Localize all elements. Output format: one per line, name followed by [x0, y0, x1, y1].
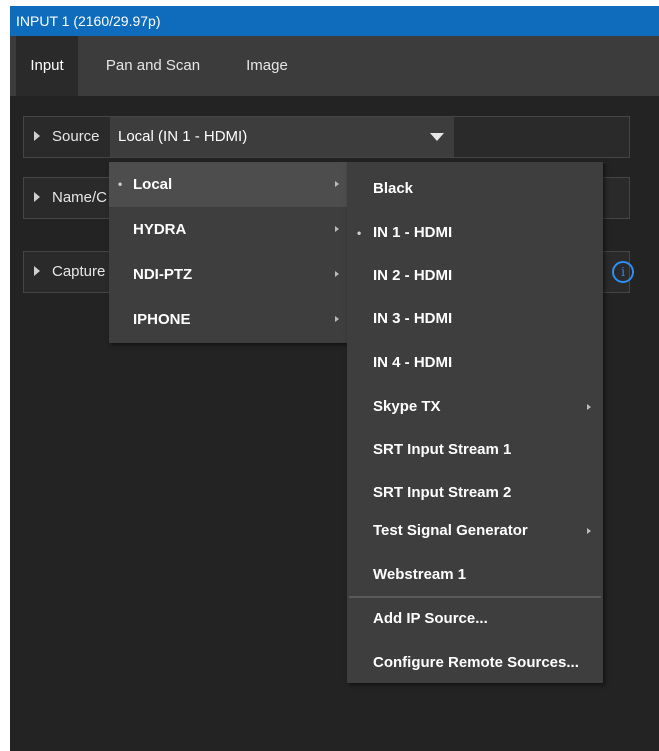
submenu-item-in1-hdmi[interactable]: • IN 1 - HDMI — [347, 213, 603, 253]
window-titlebar[interactable]: INPUT 1 (2160/29.97p) — [10, 6, 659, 36]
menu-item-iphone[interactable]: IPHONE — [109, 297, 347, 342]
submenu-arrow-icon — [335, 226, 339, 232]
menu-item-label: Local — [133, 176, 173, 193]
menu-item-label: IPHONE — [133, 311, 191, 328]
source-menu: • Local HYDRA NDI-PTZ IPHONE — [109, 162, 347, 343]
submenu-item-in2-hdmi[interactable]: IN 2 - HDMI — [347, 256, 603, 296]
source-dropdown-value: Local (IN 1 - HDMI) — [118, 128, 248, 145]
submenu-arrow-icon — [335, 316, 339, 322]
submenu-item-black[interactable]: Black — [347, 169, 603, 209]
window-title: INPUT 1 (2160/29.97p) — [16, 13, 161, 29]
source-dropdown[interactable]: Local (IN 1 - HDMI) — [110, 117, 454, 157]
menu-separator — [349, 596, 601, 598]
capture-label: Capture — [52, 263, 106, 280]
menu-item-label: Test Signal Generator — [373, 522, 528, 539]
tab-pan-and-scan[interactable]: Pan and Scan — [96, 36, 210, 96]
submenu-item-in4-hdmi[interactable]: IN 4 - HDMI — [347, 343, 603, 383]
menu-item-label: HYDRA — [133, 221, 187, 238]
menu-item-label: SRT Input Stream 2 — [373, 484, 512, 501]
info-icon[interactable]: i — [612, 261, 634, 283]
selected-bullet-icon: • — [357, 226, 362, 240]
menu-item-label: IN 1 - HDMI — [373, 224, 453, 241]
name-label: Name/C — [52, 189, 108, 206]
chevron-down-icon — [430, 133, 444, 141]
menu-item-label: Black — [373, 180, 414, 197]
submenu-arrow-icon — [335, 271, 339, 277]
menu-item-label: IN 3 - HDMI — [373, 310, 453, 327]
tab-input[interactable]: Input — [16, 36, 78, 96]
submenu-item-add-ip-source[interactable]: Add IP Source... — [347, 599, 603, 639]
submenu-item-skype-tx[interactable]: Skype TX — [347, 387, 603, 427]
source-label: Source — [52, 128, 100, 145]
selected-bullet-icon: • — [118, 177, 123, 191]
submenu-item-configure-remote-sources[interactable]: Configure Remote Sources... — [347, 643, 603, 683]
menu-item-label: Add IP Source... — [373, 610, 488, 627]
submenu-item-srt-stream-1[interactable]: SRT Input Stream 1 — [347, 430, 603, 470]
menu-item-label: IN 2 - HDMI — [373, 267, 453, 284]
menu-item-local[interactable]: • Local — [109, 162, 347, 207]
expand-triangle-icon[interactable] — [34, 131, 40, 141]
submenu-arrow-icon — [587, 528, 591, 534]
tab-bar: Input Pan and Scan Image — [10, 36, 659, 96]
submenu-arrow-icon — [587, 404, 591, 410]
menu-item-label: SRT Input Stream 1 — [373, 441, 512, 458]
local-submenu: Black • IN 1 - HDMI IN 2 - HDMI IN 3 - H… — [347, 162, 603, 683]
tab-image[interactable]: Image — [232, 36, 302, 96]
submenu-item-in3-hdmi[interactable]: IN 3 - HDMI — [347, 299, 603, 339]
source-section: Source Local (IN 1 - HDMI) — [23, 116, 630, 158]
menu-item-label: NDI-PTZ — [133, 266, 193, 283]
menu-item-label: Webstream 1 — [373, 566, 467, 583]
submenu-item-srt-stream-2[interactable]: SRT Input Stream 2 — [347, 473, 603, 513]
menu-item-label: Configure Remote Sources... — [373, 654, 579, 671]
submenu-item-test-signal-generator[interactable]: Test Signal Generator — [347, 511, 603, 551]
menu-item-label: Skype TX — [373, 398, 441, 415]
menu-item-hydra[interactable]: HYDRA — [109, 207, 347, 252]
menu-item-ndi-ptz[interactable]: NDI-PTZ — [109, 252, 347, 297]
expand-triangle-icon[interactable] — [34, 192, 40, 202]
menu-item-label: IN 4 - HDMI — [373, 354, 453, 371]
input-config-window: INPUT 1 (2160/29.97p) Input Pan and Scan… — [10, 6, 659, 751]
submenu-item-webstream-1[interactable]: Webstream 1 — [347, 555, 603, 595]
expand-triangle-icon[interactable] — [34, 266, 40, 276]
submenu-arrow-icon — [335, 181, 339, 187]
